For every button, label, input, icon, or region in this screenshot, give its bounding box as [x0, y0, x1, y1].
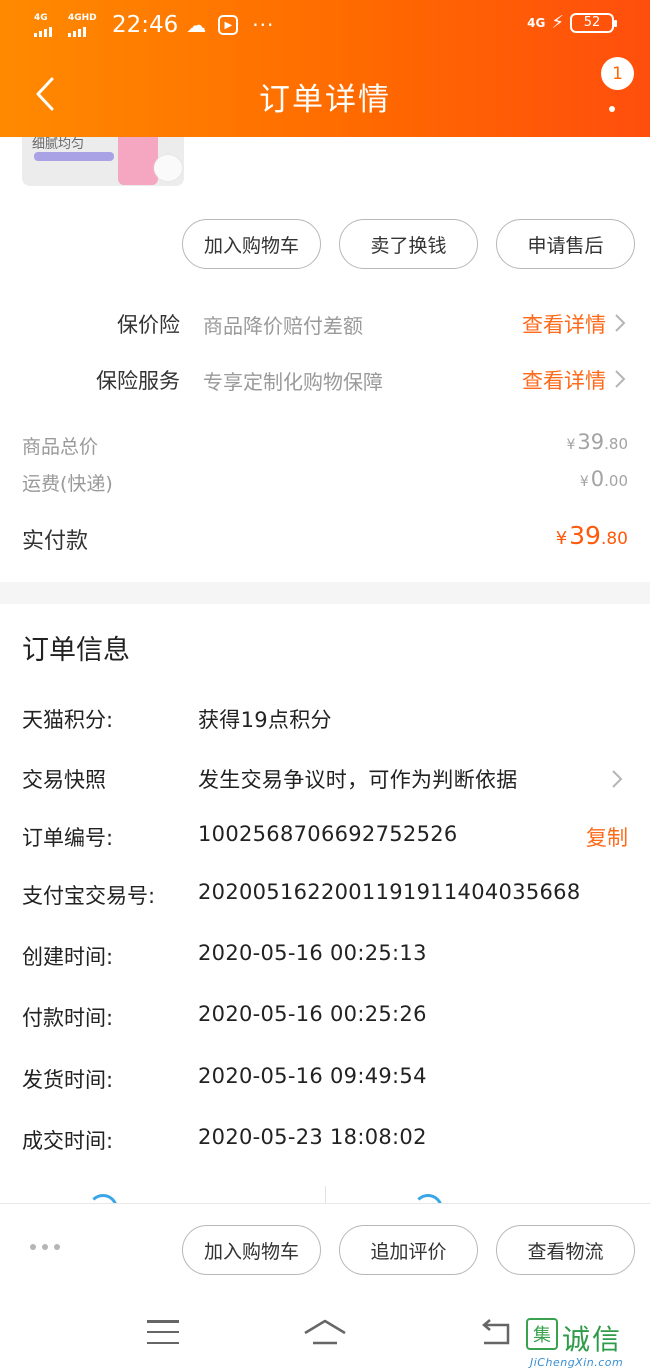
- product-thumb-tag: [34, 152, 114, 161]
- completed-time-row: 成交时间: 2020-05-23 18:08:02: [22, 1125, 628, 1159]
- order-info-card: 订单信息 天猫积分: 获得19点积分 交易快照 发生交易争议时，可作为判断依据 …: [0, 604, 650, 1224]
- notification-badge[interactable]: 1: [601, 57, 634, 90]
- home-icon[interactable]: [303, 1317, 347, 1347]
- nav-bar: 订单详情 1: [0, 52, 650, 137]
- info-value: 2020-05-16 00:25:13: [198, 941, 427, 965]
- chevron-right-icon: [612, 770, 623, 788]
- watermark-box: 集: [526, 1318, 558, 1350]
- alipay-number-row: 支付宝交易号: 2020051622001191911404035668: [22, 880, 628, 914]
- info-key: 天猫积分:: [22, 708, 114, 732]
- signal-2-icon: 4GHD: [68, 13, 102, 37]
- bottom-action-bar: 加入购物车 追加评价 查看物流: [0, 1203, 650, 1295]
- info-key: 支付宝交易号:: [22, 884, 156, 908]
- product-card: 细腻均匀 加入购物车 卖了换钱 申请售后 保价险 商品降价赔付差额 查看详情 保…: [0, 137, 650, 582]
- shipping-row: 运费(快递) ¥0.00: [22, 467, 628, 497]
- top-bar: 4G 4GHD 22:46 ☁ ▶ ··· 4G ⚡ 52 订单详情 1: [0, 0, 650, 137]
- info-value: 2020051622001191911404035668: [198, 880, 581, 904]
- add-review-button[interactable]: 追加评价: [339, 1225, 478, 1275]
- product-thumbnail[interactable]: 细腻均匀: [22, 137, 184, 186]
- info-key: 订单编号:: [22, 826, 114, 850]
- order-info-title: 订单信息: [22, 635, 130, 666]
- cloud-icon: ☁: [186, 13, 207, 37]
- play-icon: ▶: [218, 15, 239, 35]
- network-type-label: 4GHD: [68, 13, 97, 23]
- product-foam-image: [154, 155, 182, 181]
- info-value: 获得19点积分: [198, 708, 332, 732]
- add-to-cart-button[interactable]: 加入购物车: [182, 219, 321, 269]
- info-key: 付款时间:: [22, 1006, 114, 1030]
- info-value: 发生交易争议时，可作为判断依据: [198, 768, 518, 792]
- info-key: 交易快照: [22, 768, 106, 792]
- service-desc: 专享定制化购物保障: [203, 370, 383, 394]
- more-horizontal-icon[interactable]: [30, 1244, 60, 1250]
- service-desc: 商品降价赔付差额: [203, 314, 363, 338]
- network-label: 4G: [527, 15, 546, 30]
- product-bottle-image: [118, 137, 158, 185]
- info-value: 1002568706692752526: [198, 822, 458, 846]
- contact-bar-peek: [0, 1184, 650, 1224]
- product-action-row: 加入购物车 卖了换钱 申请售后: [182, 219, 635, 269]
- view-details-link[interactable]: 查看详情: [522, 365, 606, 395]
- page-title: 订单详情: [259, 82, 391, 118]
- clock: 22:46: [112, 12, 179, 38]
- shipping-label: 运费(快递): [22, 473, 113, 495]
- order-number-row: 订单编号: 1002568706692752526 复制: [22, 822, 628, 856]
- order-detail-page: 4G 4GHD 22:46 ☁ ▶ ··· 4G ⚡ 52 订单详情 1 细腻均…: [0, 0, 650, 1372]
- bolt-icon: ⚡: [551, 12, 564, 33]
- copy-button[interactable]: 复制: [586, 822, 628, 852]
- more-notifications-icon: ···: [252, 13, 275, 37]
- chevron-right-icon: [615, 314, 626, 332]
- service-label: 保险服务: [96, 369, 180, 393]
- subtotal-label: 商品总价: [22, 436, 99, 458]
- info-key: 发货时间:: [22, 1068, 114, 1092]
- info-key: 成交时间:: [22, 1129, 114, 1153]
- paid-row: 实付款 ¥39.80: [22, 521, 628, 561]
- view-details-link[interactable]: 查看详情: [522, 309, 606, 339]
- after-sales-button[interactable]: 申请售后: [496, 219, 635, 269]
- paid-label: 实付款: [22, 529, 89, 554]
- chevron-right-icon: [615, 370, 626, 388]
- shipped-time-row: 发货时间: 2020-05-16 09:49:54: [22, 1064, 628, 1098]
- resell-button[interactable]: 卖了换钱: [339, 219, 478, 269]
- info-value: 2020-05-23 18:08:02: [198, 1125, 427, 1149]
- status-left: 4G 4GHD 22:46 ☁ ▶ ···: [34, 12, 274, 38]
- paid-time-row: 付款时间: 2020-05-16 00:25:26: [22, 1002, 628, 1036]
- price-protection-row[interactable]: 保价险 商品降价赔付差额 查看详情: [0, 303, 650, 343]
- insurance-service-row[interactable]: 保险服务 专享定制化购物保障 查看详情: [0, 359, 650, 399]
- info-key: 创建时间:: [22, 945, 114, 969]
- watermark-logo: 集 诚信 JiChengXin.com: [526, 1318, 644, 1370]
- watermark-text: 诚信: [562, 1323, 623, 1356]
- add-to-cart-button[interactable]: 加入购物车: [182, 1225, 321, 1275]
- subtotal-row: 商品总价 ¥39.80: [22, 430, 628, 460]
- bottom-action-row: 加入购物车 追加评价 查看物流: [182, 1225, 635, 1275]
- service-label: 保价险: [117, 313, 180, 337]
- snapshot-row[interactable]: 交易快照 发生交易争议时，可作为判断依据: [22, 764, 628, 798]
- shipping-value: ¥0.00: [579, 467, 628, 491]
- points-row: 天猫积分: 获得19点积分: [22, 704, 628, 738]
- return-icon[interactable]: [478, 1319, 514, 1347]
- network-type-label: 4G: [34, 13, 48, 23]
- paid-value: ¥39.80: [555, 521, 628, 550]
- info-value: 2020-05-16 00:25:26: [198, 1002, 427, 1026]
- subtotal-value: ¥39.80: [566, 430, 628, 454]
- menu-icon[interactable]: [147, 1320, 179, 1344]
- watermark-url: JiChengXin.com: [530, 1356, 624, 1369]
- created-time-row: 创建时间: 2020-05-16 00:25:13: [22, 941, 628, 975]
- signal-1-icon: 4G: [34, 13, 62, 37]
- product-thumb-text: 细腻均匀: [32, 137, 85, 152]
- status-bar: 4G 4GHD 22:46 ☁ ▶ ··· 4G ⚡ 52: [0, 0, 650, 52]
- view-logistics-button[interactable]: 查看物流: [496, 1225, 635, 1275]
- status-right: 4G ⚡ 52: [527, 12, 617, 33]
- battery-indicator: 52: [570, 12, 617, 33]
- info-value: 2020-05-16 09:49:54: [198, 1064, 427, 1088]
